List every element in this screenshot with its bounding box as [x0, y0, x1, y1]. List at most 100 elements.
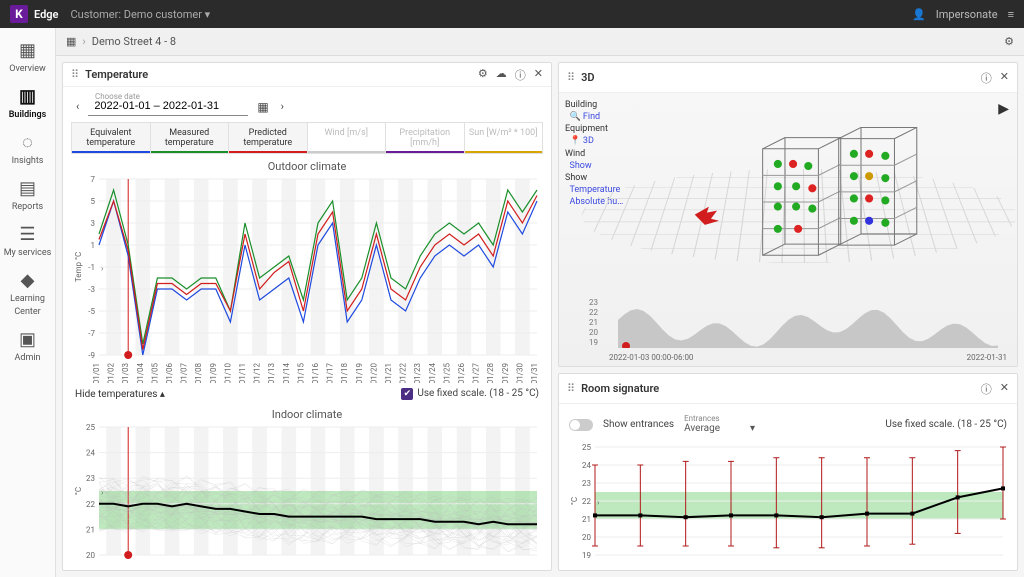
- page-settings-icon[interactable]: ⚙: [1004, 35, 1014, 48]
- show-entrances-label: Show entrances: [603, 419, 674, 430]
- svg-text:°C: °C: [570, 497, 579, 505]
- timebar-start: 2022-01-03 00:00-06:00: [609, 353, 693, 362]
- svg-text:01/16: 01/16: [311, 363, 320, 383]
- svg-text:7: 7: [91, 175, 96, 184]
- svg-text:19: 19: [582, 551, 591, 560]
- menu-icon[interactable]: ≡: [1008, 8, 1014, 21]
- svg-text:01/26: 01/26: [457, 363, 466, 383]
- svg-text:-9: -9: [88, 351, 95, 360]
- svg-text:01/11: 01/11: [238, 363, 247, 383]
- nav-insights[interactable]: ◌Insights: [0, 126, 55, 172]
- svg-text:1: 1: [91, 241, 96, 250]
- threed-viewport[interactable]: Building 🔍 Find Equipment 📍 3D Wind Show…: [559, 93, 1017, 366]
- svg-text:01/12: 01/12: [253, 363, 262, 383]
- close-icon[interactable]: ✕: [1000, 70, 1009, 86]
- svg-text:01/06: 01/06: [165, 363, 174, 383]
- svg-text:01/05: 01/05: [150, 363, 159, 383]
- svg-text:01/15: 01/15: [296, 363, 305, 383]
- svg-text:01/19: 01/19: [355, 363, 364, 383]
- svg-text:01/29: 01/29: [501, 363, 510, 383]
- nav-overview[interactable]: ▦Overview: [0, 34, 55, 80]
- close-icon[interactable]: ✕: [1000, 381, 1009, 397]
- timebar-end: 2022-01-31: [967, 353, 1007, 362]
- room-signature-card: ⠿ Room signature ⓘ ✕ Show entrances Ent: [558, 373, 1018, 571]
- svg-text:25: 25: [86, 423, 95, 432]
- brand-name: Edge: [34, 8, 58, 21]
- series-predicted-temperature[interactable]: Predicted temperature: [229, 123, 308, 153]
- breadcrumb-title[interactable]: Demo Street 4 - 8: [92, 35, 176, 48]
- left-nav: ▦Overview▥Buildings◌Insights▤Reports☰My …: [0, 28, 56, 577]
- svg-text:23: 23: [582, 479, 591, 488]
- threed-timebar[interactable]: [609, 308, 1007, 348]
- nav-reports[interactable]: ▤Reports: [0, 172, 55, 218]
- drag-handle-icon[interactable]: ⠿: [567, 71, 575, 84]
- indoor-climate-chart[interactable]: 202122232425°C›: [71, 421, 543, 561]
- nav-my-services[interactable]: ☰My services: [0, 218, 55, 264]
- impersonate-link[interactable]: Impersonate: [936, 8, 998, 21]
- timebar-ylabels: 2322212019: [589, 298, 598, 348]
- hide-temperatures-toggle[interactable]: Hide temperatures ▴: [75, 389, 165, 400]
- date-next-icon[interactable]: ›: [278, 98, 287, 115]
- fixed-scale-checkbox[interactable]: Use fixed scale. (18 - 25 °C): [401, 388, 539, 400]
- svg-text:20: 20: [86, 551, 95, 560]
- series-precipitation-mm-h-[interactable]: Precipitation [mm/h]: [386, 123, 465, 153]
- drag-handle-icon[interactable]: ⠿: [71, 68, 79, 81]
- show-entrances-toggle[interactable]: [569, 419, 593, 431]
- svg-text:01/10: 01/10: [223, 363, 232, 383]
- svg-text:01/13: 01/13: [267, 363, 276, 383]
- temperature-title: Temperature: [85, 68, 148, 81]
- svg-text:01/04: 01/04: [136, 363, 145, 383]
- threed-buildings: [559, 93, 1017, 306]
- svg-text:01/03: 01/03: [121, 363, 130, 383]
- close-icon[interactable]: ✕: [534, 67, 543, 83]
- svg-text:21: 21: [86, 525, 95, 534]
- series-wind-m-s-[interactable]: Wind [m/s]: [308, 123, 387, 153]
- top-bar: K Edge Customer: Demo customer ▾ 👤 Imper…: [0, 0, 1024, 28]
- svg-text:Temp °C: Temp °C: [74, 252, 83, 282]
- svg-text:01/24: 01/24: [428, 363, 437, 383]
- svg-text:01/28: 01/28: [486, 363, 495, 383]
- outdoor-chart-title: Outdoor climate: [71, 160, 543, 173]
- customer-selector[interactable]: Customer: Demo customer ▾: [70, 8, 210, 21]
- svg-text:24: 24: [582, 461, 591, 470]
- threed-card: ⠿ 3D ⓘ ✕ Building 🔍 Find Equipment 📍: [558, 62, 1018, 367]
- room-signature-chart[interactable]: 19202122232425°C›: [567, 441, 1009, 561]
- breadcrumb: ▦ › Demo Street 4 - 8 ⚙: [56, 28, 1024, 56]
- date-calendar-icon[interactable]: ▦: [254, 98, 271, 116]
- svg-text:22: 22: [582, 497, 591, 506]
- info-icon[interactable]: ⓘ: [981, 381, 992, 397]
- date-prev-icon[interactable]: ‹: [73, 98, 82, 115]
- svg-text:01/14: 01/14: [282, 363, 291, 383]
- svg-text:°C: °C: [74, 487, 83, 495]
- outdoor-climate-chart[interactable]: -9-7-5-3-11357Temp °C›01/0101/0201/0301/…: [71, 173, 543, 383]
- download-icon[interactable]: ☁: [496, 67, 507, 83]
- svg-text:01/20: 01/20: [369, 363, 378, 383]
- svg-text:01/09: 01/09: [209, 363, 218, 383]
- svg-text:01/22: 01/22: [399, 363, 408, 383]
- nav-learning-center[interactable]: ◆Learning Center: [0, 264, 55, 323]
- room-signature-title: Room signature: [581, 382, 659, 395]
- info-icon[interactable]: ⓘ: [981, 70, 992, 86]
- svg-text:01/31: 01/31: [530, 363, 539, 383]
- sig-fixed-scale-checkbox[interactable]: Use fixed scale. (18 - 25 °C): [885, 419, 1007, 430]
- nav-buildings[interactable]: ▥Buildings: [0, 80, 55, 126]
- svg-text:01/08: 01/08: [194, 363, 203, 383]
- svg-text:-5: -5: [88, 307, 95, 316]
- svg-text:25: 25: [582, 443, 591, 452]
- card-settings-icon[interactable]: ⚙: [478, 67, 488, 83]
- svg-text:01/27: 01/27: [472, 363, 481, 383]
- svg-text:01/30: 01/30: [515, 363, 524, 383]
- entrances-select[interactable]: Entrances Average▾: [684, 414, 755, 435]
- nav-admin[interactable]: ▣Admin: [0, 323, 55, 369]
- series-selector: Equivalent temperatureMeasured temperatu…: [71, 122, 543, 154]
- breadcrumb-root-icon[interactable]: ▦: [66, 35, 76, 48]
- info-icon[interactable]: ⓘ: [515, 67, 526, 83]
- svg-text:3: 3: [91, 219, 96, 228]
- series-equivalent-temperature[interactable]: Equivalent temperature: [72, 123, 151, 153]
- series-sun-w-m-[interactable]: Sun [W/m² * 100]: [465, 123, 543, 153]
- series-measured-temperature[interactable]: Measured temperature: [151, 123, 230, 153]
- date-field-label: Choose date: [95, 92, 140, 101]
- svg-text:01/18: 01/18: [340, 363, 349, 383]
- drag-handle-icon[interactable]: ⠿: [567, 382, 575, 395]
- svg-text:23: 23: [86, 474, 95, 483]
